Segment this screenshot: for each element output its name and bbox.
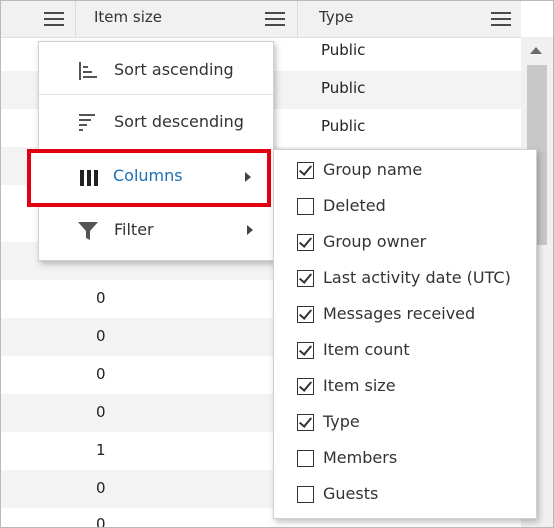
- sort-ascending-icon: [79, 62, 97, 80]
- filter-icon: [78, 222, 98, 240]
- column-option-group-name[interactable]: Group name: [274, 152, 536, 188]
- column-option-item-size[interactable]: Item size: [274, 368, 536, 404]
- column-option-type[interactable]: Type: [274, 404, 536, 440]
- type-cell: Public: [321, 41, 366, 59]
- item-size-cell: 1: [96, 441, 106, 459]
- sort-descending-icon: [79, 114, 95, 131]
- column-header-type[interactable]: Type: [297, 1, 521, 37]
- column-option-group-owner[interactable]: Group owner: [274, 224, 536, 260]
- item-size-column-menu-icon[interactable]: [265, 10, 285, 27]
- submenu-arrow-icon: [245, 172, 251, 182]
- checkbox[interactable]: [297, 306, 314, 323]
- type-cell: Public: [321, 117, 366, 135]
- checkbox[interactable]: [297, 378, 314, 395]
- checkbox[interactable]: [297, 486, 314, 503]
- column-option-label: Type: [323, 412, 360, 431]
- checkbox[interactable]: [297, 342, 314, 359]
- report-grid: Item size Type Public Public Public 0 0 …: [0, 0, 554, 528]
- menu-item-sort-descending[interactable]: Sort descending: [39, 97, 273, 147]
- column-option-guests[interactable]: Guests: [274, 476, 536, 512]
- menu-item-label: Filter: [114, 220, 154, 239]
- item-size-cell: 0: [96, 289, 106, 307]
- column-option-label: Members: [323, 448, 398, 467]
- menu-item-label: Columns: [113, 166, 183, 185]
- checkbox[interactable]: [297, 198, 314, 215]
- type-column-menu-icon[interactable]: [491, 10, 511, 27]
- column-header-label: Type: [319, 8, 354, 26]
- columns-icon: [80, 170, 98, 186]
- column-option-label: Deleted: [323, 196, 386, 215]
- column-option-label: Last activity date (UTC): [323, 268, 511, 287]
- menu-item-columns[interactable]: Columns: [27, 149, 271, 207]
- menu-item-label: Sort ascending: [114, 60, 234, 79]
- scroll-up-icon[interactable]: [530, 47, 542, 54]
- column-option-messages-received[interactable]: Messages received: [274, 296, 536, 332]
- menu-item-label: Sort descending: [114, 112, 244, 131]
- column-option-deleted[interactable]: Deleted: [274, 188, 536, 224]
- column-header-item-size[interactable]: Item size: [75, 1, 297, 37]
- column-option-label: Item count: [323, 340, 410, 359]
- submenu-arrow-icon: [247, 225, 253, 235]
- checkbox[interactable]: [297, 162, 314, 179]
- checkbox[interactable]: [297, 450, 314, 467]
- menu-item-sort-ascending[interactable]: Sort ascending: [39, 45, 273, 95]
- column-option-item-count[interactable]: Item count: [274, 332, 536, 368]
- column-option-label: Item size: [323, 376, 396, 395]
- columns-submenu: Group name Deleted Group owner Last acti…: [273, 149, 537, 519]
- checkbox[interactable]: [297, 234, 314, 251]
- checkbox[interactable]: [297, 270, 314, 287]
- column-option-label: Group owner: [323, 232, 427, 251]
- checkbox[interactable]: [297, 414, 314, 431]
- column-option-label: Group name: [323, 160, 423, 179]
- item-size-cell: 0: [96, 403, 106, 421]
- column-option-members[interactable]: Members: [274, 440, 536, 476]
- column-option-label: Messages received: [323, 304, 476, 323]
- item-size-cell: 0: [96, 327, 106, 345]
- item-size-cell: 0: [96, 365, 106, 383]
- prev-column-menu-icon[interactable]: [44, 10, 64, 27]
- column-option-label: Guests: [323, 484, 379, 503]
- column-header-label: Item size: [94, 8, 162, 26]
- column-option-last-activity-date[interactable]: Last activity date (UTC): [274, 260, 536, 296]
- type-cell: Public: [321, 79, 366, 97]
- item-size-cell: 0: [96, 479, 106, 497]
- menu-divider: [39, 94, 273, 95]
- grid-header: Item size Type: [1, 1, 521, 38]
- menu-item-filter[interactable]: Filter: [39, 205, 273, 255]
- item-size-cell: 0: [96, 515, 106, 528]
